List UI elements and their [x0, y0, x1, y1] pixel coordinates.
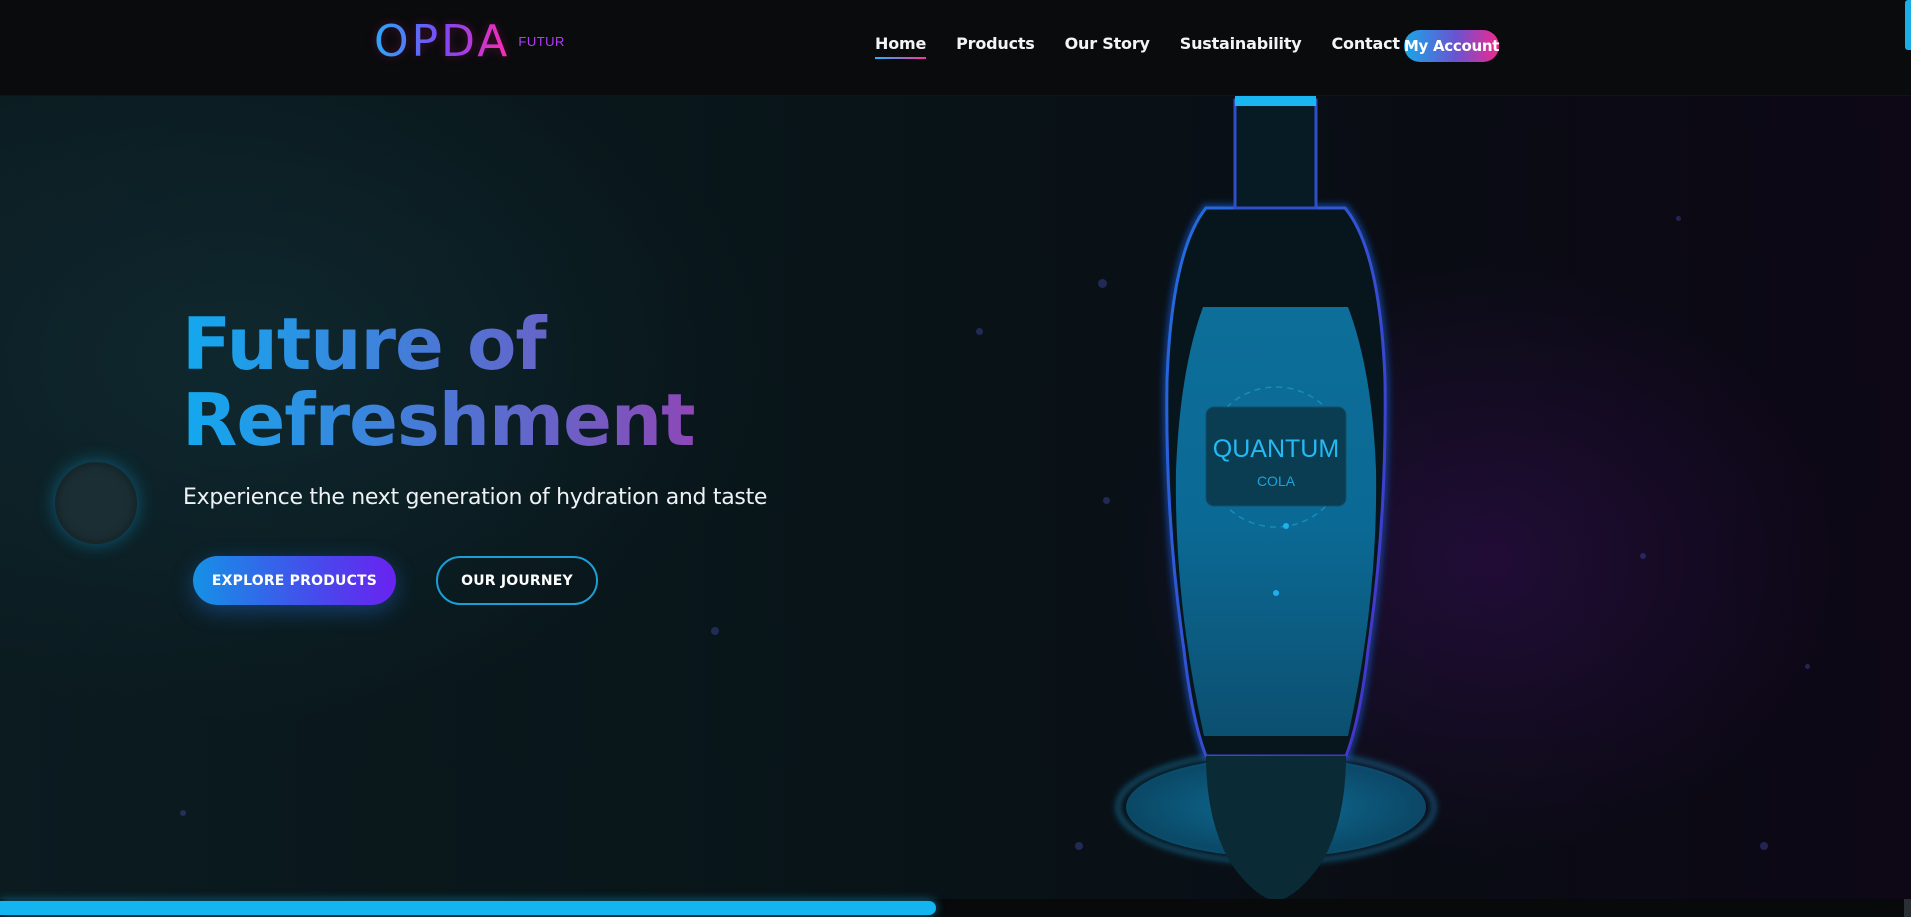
nav-item-home[interactable]: Home: [875, 34, 926, 59]
logo-mark: OPDA: [374, 16, 511, 67]
nav-item-products[interactable]: Products: [956, 34, 1035, 59]
scrollbar-thumb[interactable]: [1905, 0, 1911, 50]
bottle-brand: QUANTUM: [1213, 435, 1339, 463]
main-nav: Home Products Our Story Sustainability C…: [875, 34, 1430, 59]
nav-item-sustainability[interactable]: Sustainability: [1180, 34, 1302, 59]
bottle-product: COLA: [1257, 473, 1296, 489]
top-bar: OPDA FUTUR Home Products Our Story Susta…: [0, 0, 1911, 96]
scroll-progress-fill: [0, 901, 936, 915]
orbit-dot: [1283, 523, 1289, 529]
scroll-progress-end: [1904, 899, 1911, 917]
glow-orb: [55, 462, 137, 544]
logo-sub: FUTUR: [518, 34, 565, 49]
bottle-cap: [1235, 95, 1316, 106]
my-account-button[interactable]: My Account: [1404, 30, 1499, 62]
bottle-bottom: [1206, 756, 1346, 902]
hero-title: Future of Refreshment: [182, 306, 742, 458]
hero-subtitle: Experience the next generation of hydrat…: [183, 485, 768, 510]
nav-item-our-story[interactable]: Our Story: [1065, 34, 1150, 59]
our-journey-button[interactable]: OUR JOURNEY: [436, 556, 598, 605]
bottle-liquid: [1175, 307, 1377, 736]
explore-products-button[interactable]: EXPLORE PRODUCTS: [193, 556, 396, 605]
hero-title-line1: Future of: [182, 302, 546, 386]
orbit-dot: [1273, 590, 1279, 596]
hero-stage: QUANTUM COLA OPDA FUTUR Home Products Ou…: [0, 0, 1911, 917]
logo[interactable]: OPDA FUTUR: [374, 18, 565, 66]
nav-item-contact[interactable]: Contact: [1332, 34, 1401, 59]
hero-title-line2: Refreshment: [182, 378, 695, 462]
bottle-neck: [1233, 98, 1318, 210]
